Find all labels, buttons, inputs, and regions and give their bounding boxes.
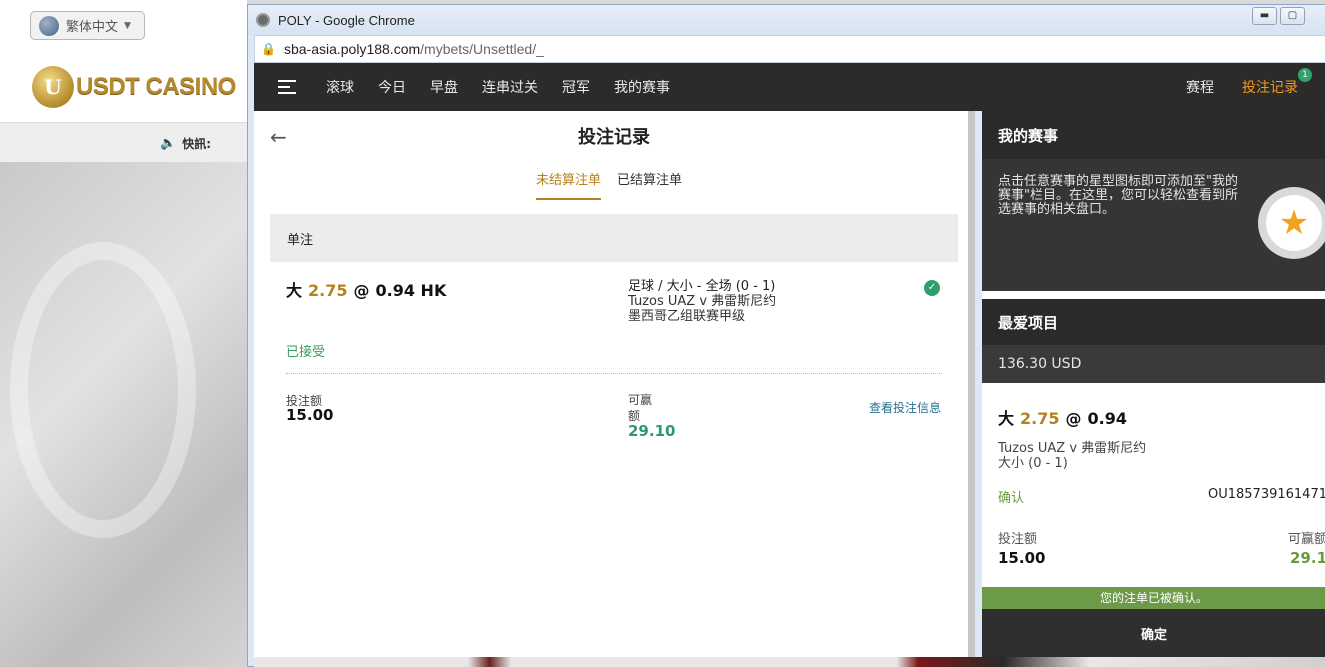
bet-odds: 0.94 HK — [375, 281, 447, 300]
bet-selection: 大 — [286, 281, 303, 300]
fav-bet-handicap: 2.75 — [1020, 409, 1060, 428]
language-select[interactable]: 繁体中文 ▼ — [30, 11, 145, 40]
url-text: sba-asia.poly188.com/mybets/Unsettled/_ — [284, 41, 544, 57]
bet-handicap: 2.75 — [308, 281, 348, 300]
my-events-hint: 点击任意赛事的星型图标即可添加至"我的赛事"栏目。在这里，您可以轻松查看到所选赛… — [998, 174, 1238, 217]
tab-settled[interactable]: 已结算注单 — [617, 169, 682, 200]
background-site: 繁体中文 ▼ U USDT CASINO 🔈 快訊: — [0, 0, 247, 667]
nav-item-parlay[interactable]: 连串过关 — [482, 77, 538, 97]
address-bar[interactable]: 🔒 sba-asia.poly188.com/mybets/Unsettled/… — [254, 35, 1325, 63]
bet-count-badge: 1 — [1298, 68, 1312, 82]
fav-bet-odds: 0.94 — [1087, 409, 1127, 428]
ok-button[interactable]: 确定 — [982, 609, 1325, 662]
nav-item-today[interactable]: 今日 — [378, 77, 406, 97]
stake-value: 15.00 — [286, 406, 334, 424]
background-emblem — [0, 162, 247, 667]
ticker-label: 快訊: — [182, 136, 211, 151]
minimize-button[interactable]: ▬ — [1252, 7, 1277, 25]
my-events-title: 我的赛事 — [982, 111, 1325, 159]
right-sidebar: 我的赛事 点击任意赛事的星型图标即可添加至"我的赛事"栏目。在这里，您可以轻松查… — [982, 111, 1325, 662]
nav-item-outright[interactable]: 冠军 — [562, 77, 590, 97]
url-path: /mybets/Unsettled/_ — [420, 41, 544, 57]
nav-item-bet-record[interactable]: 投注记录 1 — [1242, 68, 1312, 97]
background-strip — [254, 657, 1325, 667]
bet-status: 已接受 — [286, 345, 326, 360]
fav-bet-ref: OU1857391614710 — [1208, 487, 1325, 502]
bet-market: 足球 / 大小 - 全场 (0 - 1) — [628, 279, 776, 294]
my-events-panel: 我的赛事 点击任意赛事的星型图标即可添加至"我的赛事"栏目。在这里，您可以轻松查… — [982, 111, 1325, 291]
bet-summary: 大 2.75 @0.94 HK — [286, 277, 446, 301]
casino-logo[interactable]: U USDT CASINO — [32, 64, 242, 110]
hamburger-menu-icon[interactable] — [278, 80, 296, 94]
maximize-button[interactable]: ▢ — [1280, 7, 1305, 25]
page-title: 投注记录 — [578, 127, 650, 148]
balance: 136.30 USD — [982, 345, 1325, 383]
fav-stake-label: 投注额 — [998, 532, 1038, 547]
nav-item-schedule[interactable]: 赛程 — [1186, 77, 1214, 97]
tab-unsettled[interactable]: 未结算注单 — [536, 169, 602, 200]
chrome-app-icon — [256, 13, 270, 27]
confirmed-message: 您的注单已被确认。 — [982, 587, 1325, 609]
language-label: 繁体中文 — [66, 20, 119, 35]
win-label: 可赢额 — [628, 393, 653, 423]
check-icon: ✓ — [924, 280, 940, 296]
fav-bet-summary: 大 2.75 @0.94 — [998, 405, 1127, 429]
chevron-down-icon: ▼ — [124, 20, 131, 31]
fav-confirm-status: 确认 — [998, 491, 1025, 506]
fav-bet-market: 大小 (0 - 1) — [998, 456, 1068, 471]
lock-icon: 🔒 — [261, 42, 276, 56]
favorites-title: 最爱项目 — [982, 299, 1325, 345]
url-host: sba-asia.poly188.com — [283, 41, 421, 57]
view-bet-info-link[interactable]: 查看投注信息 — [869, 399, 941, 416]
bet-league: 墨西哥乙组联赛甲级 — [628, 309, 746, 324]
chrome-window: POLY - Google Chrome ▬ ▢ 🔒 sba-asia.poly… — [247, 4, 1325, 667]
logo-text: USDT CASINO — [76, 73, 236, 100]
globe-icon — [39, 15, 59, 36]
match-info: 足球 / 大小 - 全场 (0 - 1) Tuzos UAZ v 弗雷斯尼约 墨… — [628, 279, 776, 324]
fav-win-label: 可赢额 — [1288, 532, 1325, 547]
fav-bet-at-symbol: @ — [1065, 409, 1082, 428]
win-value: 29.10 — [628, 422, 676, 440]
bet-record-panel: ← 投注记录 未结算注单 已结算注单 单注 大 2.75 @0.94 HK 足球 /… — [254, 111, 974, 662]
section-header-single: 单注 — [270, 214, 958, 262]
fav-match-info: Tuzos UAZ v 弗雷斯尼约 大小 (0 - 1) — [998, 441, 1146, 471]
fav-stake-value: 15.00 — [998, 549, 1046, 567]
nav-item-early[interactable]: 早盘 — [430, 77, 458, 97]
fav-win-value: 29.10 — [1290, 549, 1325, 567]
bet-tabs: 未结算注单 已结算注单 — [536, 169, 698, 200]
fav-bet-match: Tuzos UAZ v 弗雷斯尼约 — [998, 441, 1147, 456]
bet-match: Tuzos UAZ v 弗雷斯尼约 — [628, 294, 777, 309]
bet-record-label: 投注记录 — [1242, 80, 1298, 96]
speaker-icon: 🔈 — [160, 135, 177, 151]
star-icon[interactable]: ★ — [1266, 195, 1322, 251]
nav-item-live[interactable]: 滚球 — [326, 77, 354, 97]
coin-logo-icon: U — [32, 66, 74, 108]
app-navbar: 滚球 今日 早盘 连串过关 冠军 我的赛事 赛程 投注记录 1 — [254, 63, 1325, 111]
nav-item-my-events[interactable]: 我的赛事 — [614, 77, 670, 97]
window-title: POLY - Google Chrome — [278, 12, 415, 28]
fav-bet-selection: 大 — [998, 409, 1015, 428]
laurel-emblem — [10, 242, 196, 538]
news-ticker: 🔈 快訊: — [0, 122, 247, 163]
scrollbar[interactable] — [968, 111, 975, 662]
nav-right: 赛程 投注记录 1 — [1186, 63, 1312, 111]
bet-at-symbol: @ — [353, 281, 370, 300]
divider — [286, 373, 942, 374]
window-titlebar: POLY - Google Chrome — [248, 5, 1325, 35]
